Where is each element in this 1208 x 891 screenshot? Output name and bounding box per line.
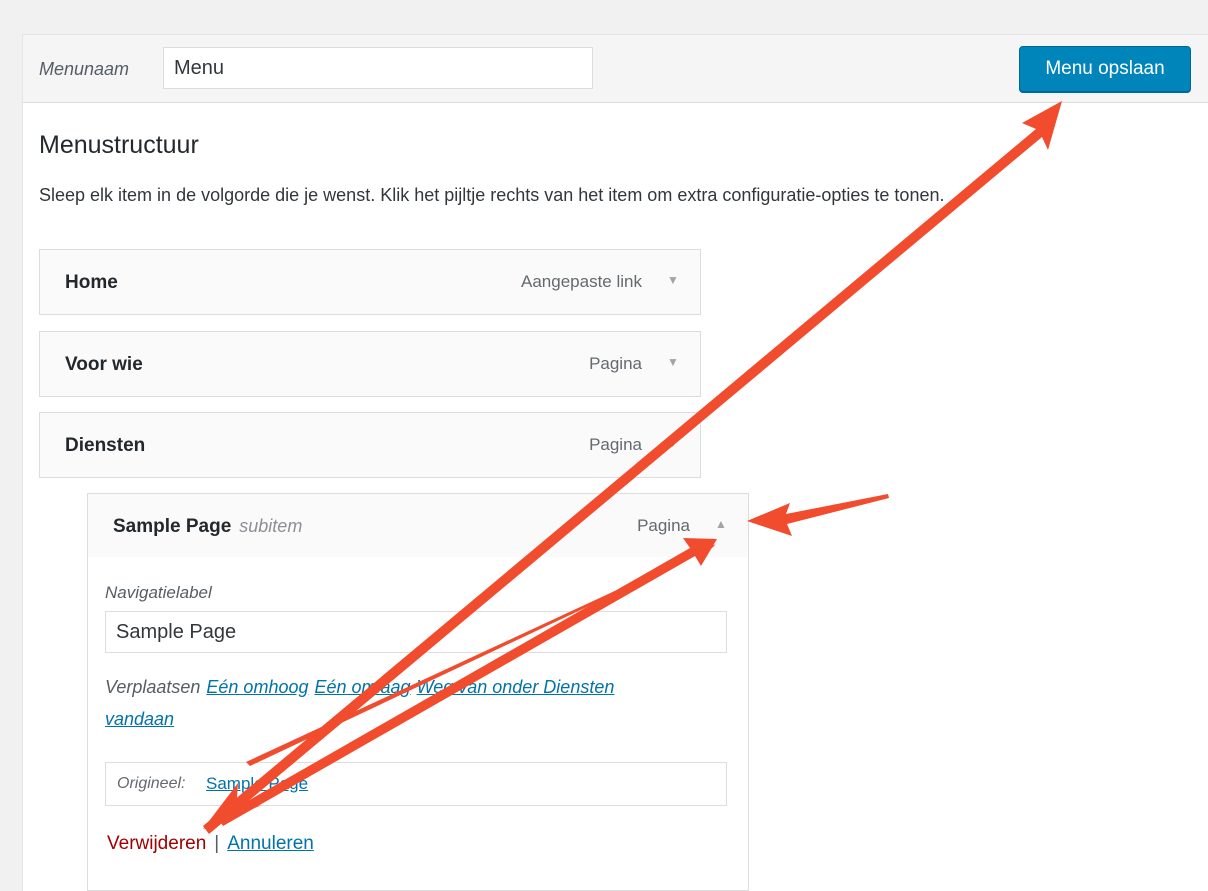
original-link[interactable]: Sample Page [206,774,308,794]
action-separator: | [214,833,220,854]
move-up-link[interactable]: Eén omhoog [206,677,308,697]
triangle-down-icon[interactable]: ▼ [662,351,684,373]
menu-item-title: Voor wie [65,354,143,375]
menu-name-input[interactable] [163,47,593,89]
menu-item-settings-panel: Navigatielabel VerplaatsenEén omhoog Eén … [87,557,749,891]
menu-item-title: Diensten [65,435,146,456]
menu-header: Menunaam Menu opslaan [23,35,1208,103]
triangle-down-icon[interactable]: ▼ [662,432,684,454]
cancel-link[interactable]: Annuleren [227,833,314,854]
menu-item-home[interactable]: Home Aangepaste link ▼ [39,249,701,315]
navigation-label-caption: Navigatielabel [105,583,212,602]
subitem-tag: subitem [239,516,303,536]
menu-structure-title: Menustructuur [39,131,199,159]
original-box: Origineel: Sample Page [105,762,727,806]
save-menu-button[interactable]: Menu opslaan [1019,46,1191,92]
move-links: Verplaatsen Eén omhoog Eén omlaag Weg van o… [105,671,705,735]
triangle-up-icon[interactable]: ▲ [710,513,732,535]
move-down-link[interactable]: Eén omlaag [314,677,410,697]
original-label: Origineel: [117,775,186,792]
move-out-link-continued[interactable]: vandaan [105,709,174,729]
menu-item-type: Aangepaste link [521,272,642,291]
menu-item-title: Home [65,272,118,293]
subitem-name: Sample Page [113,516,232,537]
delete-link[interactable]: Verwijderen [107,833,206,854]
menu-item-title: Sample Page subitem [113,516,302,538]
menu-item-type: Pagina [637,516,690,535]
navigation-label-input[interactable] [105,611,727,653]
move-label: Verplaatsen [105,677,201,697]
menu-item-sample-page[interactable]: Sample Page subitem Pagina ▲ [87,493,749,559]
menu-item-voor-wie[interactable]: Voor wie Pagina ▼ [39,331,701,397]
menu-item-diensten[interactable]: Diensten Pagina ▼ [39,412,701,478]
menu-name-label: Menunaam [39,59,130,79]
menu-editor-frame: Menunaam Menu opslaan Menustructuur Slee… [22,34,1208,891]
menu-instructions: Sleep elk item in de volgorde die je wen… [39,185,945,205]
move-out-link[interactable]: Weg van onder Diensten [417,677,615,697]
menu-item-type: Pagina [589,435,642,454]
menu-item-type: Pagina [589,354,642,373]
item-actions: Verwijderen | Annuleren [107,833,314,855]
triangle-down-icon[interactable]: ▼ [662,269,684,291]
